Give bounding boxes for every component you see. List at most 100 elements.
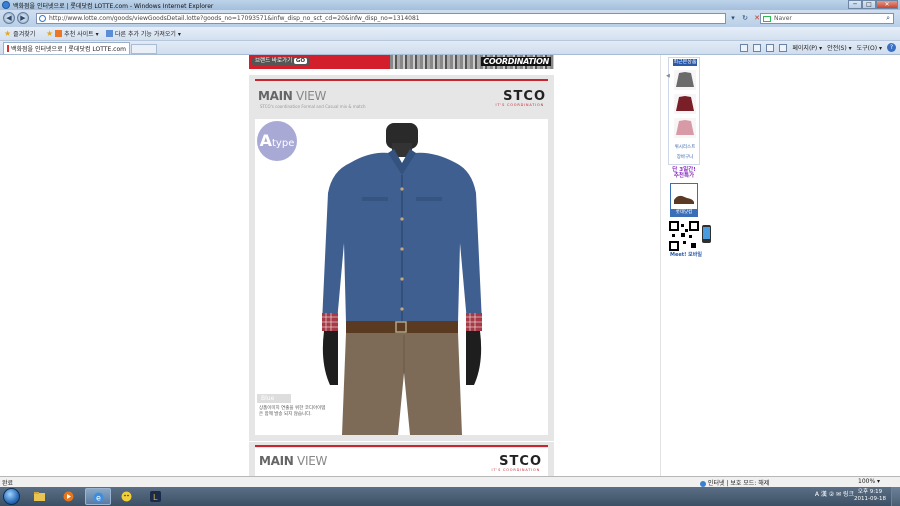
recent-item-thumb[interactable]	[674, 94, 696, 114]
feeds-icon[interactable]	[753, 43, 762, 52]
main-view-title-bold: MAIN	[258, 89, 293, 103]
go-label: GO	[293, 58, 308, 64]
product-main-view-card: MAIN VIEW STCO's coordination Formal and…	[249, 75, 554, 441]
card-2-inner: MAIN VIEW STCO IT'S COORDINATION	[255, 448, 548, 476]
suggested-sites-link[interactable]: ★ 추천 사이트 ▾	[46, 29, 99, 38]
styling-notice: 상품이미지 연출을 위한 코디아이템은 함께 발송 되지 않습니다.	[259, 406, 326, 417]
media-player-icon	[63, 491, 74, 502]
favorites-bar: ★ 즐겨찾기 ★ 추천 사이트 ▾ 다른 추가 기능 가져오기 ▾	[0, 27, 900, 41]
taskbar-explorer[interactable]	[27, 488, 53, 505]
tab-bar: 백화점을 인터넷으로 | 롯데닷컴 LOTTE.com 페이지(P) ▾ 안전(…	[0, 41, 900, 55]
recent-item-thumb[interactable]	[674, 70, 696, 90]
lotte-favicon	[7, 45, 9, 52]
internet-zone-icon	[700, 480, 706, 487]
folder-icon	[34, 492, 45, 501]
promo-text[interactable]: 단 3일간! 추천특가	[668, 167, 700, 181]
taskbar-messenger[interactable]	[114, 488, 140, 505]
taskbar-game-app[interactable]: L	[143, 488, 169, 505]
taskbar-internet-explorer[interactable]: e	[85, 488, 111, 505]
recent-items-panel: 최근본상품 ◀ 위시리스트 장바구니	[666, 57, 701, 165]
promo-line-2: 추천특가	[673, 173, 695, 179]
messenger-icon	[121, 491, 132, 502]
coordination-logo: COORDINATION	[481, 57, 551, 66]
naver-provider-icon	[763, 16, 771, 22]
denim-shirt-mannequin-image	[322, 123, 482, 435]
taskbar-media-player[interactable]	[56, 488, 82, 505]
address-toolbar: ◀ ▶ http://www.lotte.com/goods/viewGoods…	[0, 10, 900, 27]
favorites-label: 즐겨찾기	[13, 31, 36, 38]
stco-tagline: IT'S COORDINATION	[495, 103, 544, 107]
wishlist-link[interactable]: 위시리스트	[669, 144, 701, 150]
page-icon	[39, 15, 46, 22]
favorites-button[interactable]: ★ 즐겨찾기	[4, 29, 35, 38]
stco-tagline-2: IT'S COORDINATION	[491, 468, 540, 472]
maximize-button[interactable]: □	[862, 0, 876, 9]
suggested-sites-icon	[55, 30, 63, 37]
zoom-level[interactable]: 100% ▾	[858, 478, 880, 485]
suggested-sites-label: 추천 사이트 ▾	[64, 31, 99, 38]
status-bar: 완료 인터넷 | 보호 모드: 해제 100% ▾	[0, 476, 900, 487]
clock-date: 2011-09-18	[854, 496, 886, 502]
windows-taskbar: e L A 漢 ② ✉ 링크 오후 9:19 2011-09-18	[0, 487, 900, 506]
search-box[interactable]: Naver ⌕	[760, 13, 894, 24]
main-view-title-2-bold: MAIN	[259, 454, 294, 468]
mail-icon[interactable]	[766, 43, 775, 52]
shirt-red-thumb	[676, 96, 694, 111]
system-tray[interactable]: A 漢 ② ✉ 링크	[815, 489, 854, 498]
product-photo: Atype Blue 상품이미지 연출을 위한 코디아이템은 함께 발송 되지 …	[255, 119, 548, 435]
compatibility-icon[interactable]: ▾	[728, 13, 738, 24]
a-type-letter: A	[259, 131, 273, 150]
stco-logo-2: STCO	[499, 454, 542, 469]
start-button[interactable]	[3, 488, 20, 505]
minimize-button[interactable]: ─	[848, 0, 862, 9]
safety-menu[interactable]: 안전(S) ▾	[827, 43, 851, 52]
main-view-title-light: VIEW	[292, 89, 327, 103]
close-button[interactable]: ✕	[876, 0, 898, 9]
svg-text:L: L	[153, 493, 158, 502]
search-input[interactable]: Naver	[774, 15, 792, 22]
brand-banner[interactable]: 브랜드 바로가기 GO COORDINATION	[249, 55, 554, 69]
tab-lotte[interactable]: 백화점을 인터넷으로 | 롯데닷컴 LOTTE.com	[3, 42, 130, 54]
shirt-pink-thumb	[676, 120, 694, 135]
more-addons-link[interactable]: 다른 추가 기능 가져오기 ▾	[106, 29, 181, 38]
shirt-grey-thumb	[676, 72, 694, 87]
recent-items-header: 최근본상품	[673, 59, 697, 66]
cart-link[interactable]: 장바구니	[669, 154, 701, 160]
page-viewport[interactable]: 브랜드 바로가기 GO COORDINATION MAIN VIEW STCO'…	[0, 55, 900, 476]
card-2-accent-line	[255, 445, 548, 447]
search-icon[interactable]: ⌕	[886, 14, 890, 23]
product-detail-column: 브랜드 바로가기 GO COORDINATION MAIN VIEW STCO'…	[249, 55, 554, 476]
address-bar[interactable]: http://www.lotte.com/goods/viewGoodsDeta…	[36, 13, 726, 24]
page-menu[interactable]: 페이지(P) ▾	[792, 43, 822, 52]
recent-item-thumb[interactable]	[674, 118, 696, 138]
shoe-promo-box[interactable]: 롯데닷컴	[670, 183, 698, 217]
window-title-bar[interactable]: 백화점을 인터넷으로 | 롯데닷컴 LOTTE.com - Windows In…	[0, 0, 900, 10]
security-zone[interactable]: 인터넷 | 보호 모드: 해제	[700, 478, 769, 487]
product-main-view-card-2: MAIN VIEW STCO IT'S COORDINATION	[249, 442, 554, 476]
refresh-icon[interactable]: ↻	[740, 13, 750, 24]
favorites-star-icon: ★	[4, 28, 12, 38]
a-type-word: type	[272, 138, 295, 149]
more-addons-label: 다른 추가 기능 가져오기 ▾	[115, 31, 181, 38]
brand-go-button[interactable]: 브랜드 바로가기 GO	[252, 57, 311, 66]
show-desktop-button[interactable]	[891, 487, 900, 506]
back-button[interactable]: ◀	[3, 12, 15, 24]
add-favorite-icon: ★	[46, 28, 54, 38]
panel-prev-arrow[interactable]: ◀	[666, 73, 670, 79]
taskbar-clock[interactable]: 오후 9:19 2011-09-18	[854, 489, 886, 503]
status-done: 완료	[2, 480, 14, 487]
home-icon[interactable]	[740, 43, 749, 52]
help-icon[interactable]: ?	[887, 43, 896, 52]
tools-menu[interactable]: 도구(O) ▾	[857, 43, 882, 52]
print-icon[interactable]	[779, 43, 788, 52]
forward-button[interactable]: ▶	[17, 12, 29, 24]
brand-go-label: 브랜드 바로가기	[255, 58, 293, 64]
internet-explorer-icon	[2, 1, 10, 9]
main-view-title-2: MAIN VIEW	[259, 454, 327, 468]
color-tag: Blue	[257, 394, 291, 403]
new-tab-button[interactable]	[131, 44, 157, 54]
stco-logo: STCO	[503, 89, 546, 104]
address-url[interactable]: http://www.lotte.com/goods/viewGoodsDeta…	[49, 15, 420, 22]
mobile-meet-label[interactable]: Meet! 모바일	[670, 251, 702, 258]
addons-icon	[106, 30, 113, 37]
